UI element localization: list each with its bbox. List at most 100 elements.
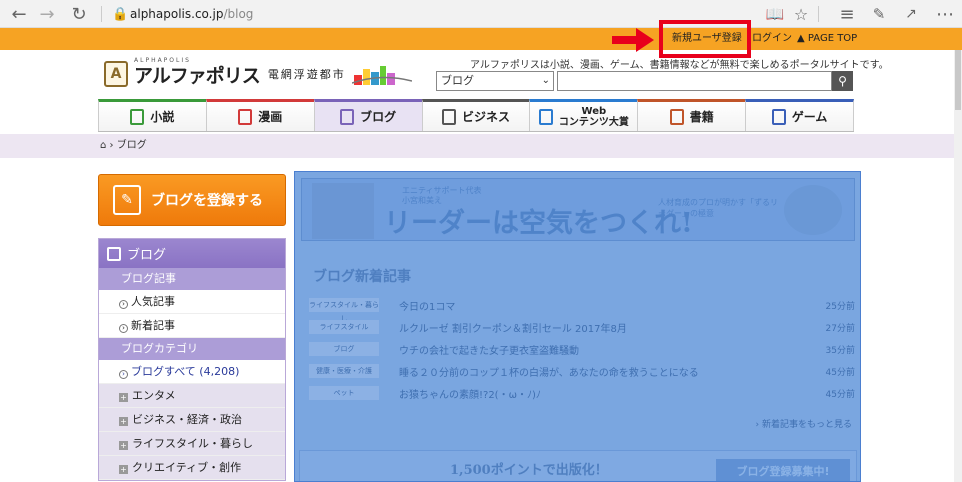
arrow-circle-icon: › (119, 370, 128, 379)
nav-tab[interactable]: 小説 (98, 99, 206, 131)
sidebar-item-all[interactable]: › ブログすべて (4,208) (99, 360, 285, 384)
breadcrumb-current: ブログ (116, 140, 147, 151)
highlight-box-annotation (659, 20, 751, 58)
search-button[interactable]: ⚲ (832, 71, 853, 91)
sidebar-item-popular[interactable]: › 人気記事 (99, 290, 285, 314)
list-item[interactable]: 健康・医療・介護 睡る２０分前のコップ１杯の白湯が、あなたの命を救うことになる 45… (309, 360, 855, 382)
sidebar-header: ブログ (99, 239, 285, 268)
main-nav: 小説 漫画 ブログ ビジネス Web コンテンツ大賞 書籍 ゲーム (98, 99, 855, 132)
share-icon[interactable]: ↗ (896, 0, 926, 28)
page-scrollbar[interactable] (954, 50, 962, 482)
author-photo (312, 183, 374, 239)
toolbar-divider (818, 6, 819, 22)
nav-tab-text: コンテンツ大賞 (558, 116, 629, 128)
publish-banner[interactable]: 1,500ポイントで出版化！ ブログ登録募集中! (299, 450, 857, 481)
scrollbar-thumb[interactable] (955, 50, 961, 110)
search-category-select[interactable]: ブログ ⌄ (436, 71, 554, 91)
logo-alpha-text: ALPHAPOLIS (134, 57, 191, 64)
nav-tab-label: 小説 (150, 110, 175, 124)
article-time: 35分前 (825, 345, 855, 356)
article-time: 27分前 (825, 323, 855, 334)
nav-tab-icon (442, 108, 456, 125)
plus-icon: + (119, 393, 128, 402)
more-icon[interactable]: ⋯ (930, 0, 960, 28)
address-bar[interactable]: 🔒 alphapolis.co.jp/blog (112, 4, 752, 24)
section-articles: ブログ記事 (99, 268, 285, 290)
plus-icon: + (119, 417, 128, 426)
lock-icon: 🔒 (112, 6, 129, 22)
publish-banner-text: 1,500ポイントで出版化！ (450, 463, 608, 478)
more-articles-link[interactable]: › 新着記事をもっと見る (756, 417, 853, 430)
site-logo[interactable]: A ALPHAPOLIS アルファポリス 電網浮遊都市 (104, 57, 412, 91)
red-arrow-annotation (612, 28, 654, 52)
nav-tab[interactable]: ブログ (313, 99, 422, 131)
article-category: ペット (309, 386, 379, 400)
favorite-star-icon[interactable]: ☆ (786, 0, 816, 28)
nav-tab-icon (238, 108, 253, 125)
section-title: ブログ新着記事 (313, 269, 411, 285)
banner-title: リーダーは空気をつくれ! (384, 208, 693, 239)
refresh-icon[interactable]: ↻ (64, 0, 94, 28)
nav-tab-label: ビジネス (462, 110, 511, 124)
plus-icon: + (119, 465, 128, 474)
page-top-link[interactable]: ▲ PAGE TOP (797, 28, 857, 50)
city-skyline-icon (351, 66, 412, 85)
nav-tab-icon (538, 108, 553, 125)
article-title: ウチの会社で起きた女子更衣室盗難騒動 (399, 345, 579, 357)
nav-tab[interactable]: ゲーム (745, 99, 855, 131)
plus-icon: + (119, 441, 128, 450)
logo-mark-icon: A (104, 61, 128, 87)
blog-icon (107, 246, 121, 261)
pencil-note-icon: ✎ (113, 185, 141, 215)
article-list: ライフスタイル・暮らし 今日の1コマ 25分前 ライフスタイル ルクルーゼ 割引クーポン… (309, 294, 855, 404)
arrow-circle-icon: › (755, 420, 760, 430)
nav-tab[interactable]: ビジネス (421, 99, 530, 131)
logo-name: アルファポリス (134, 64, 261, 87)
sidebar-category[interactable]: + ビジネス・経済・政治 (99, 408, 285, 432)
register-blog-button[interactable]: ✎ ブログを登録する (98, 174, 286, 226)
back-arrow-icon[interactable]: ← (4, 0, 34, 28)
blog-recruit-badge: ブログ登録募集中! (716, 459, 850, 481)
pen-icon[interactable]: ✎ (864, 0, 894, 28)
search-input[interactable] (557, 71, 832, 91)
toolbar-divider (101, 6, 102, 22)
nav-tab[interactable]: 書籍 (637, 99, 746, 131)
book-banner[interactable]: エニティサポート代表 小宮和美え リーダーは空気をつくれ! 人材育成のプロが明か… (301, 178, 855, 241)
list-item[interactable]: ブログ ウチの会社で起きた女子更衣室盗難騒動 35分前 (309, 338, 855, 360)
article-category: ライフスタイル・暮らし (309, 298, 379, 323)
sidebar-category[interactable]: + エンタメ (99, 384, 285, 408)
article-category: ライフスタイル (309, 320, 379, 334)
article-title: 今日の1コマ (399, 301, 456, 313)
list-item[interactable]: ペット お猿ちゃんの素顔!?2(・ω・ﾉ)ﾉ 45分前 (309, 382, 855, 404)
chevron-down-icon: ⌄ (541, 75, 550, 86)
nav-tab[interactable]: Web コンテンツ大賞 (529, 99, 638, 131)
nav-tab-label: 書籍 (689, 110, 714, 124)
triangle-up-icon: ▲ (797, 33, 805, 44)
list-item[interactable]: ライフスタイル・暮らし 今日の1コマ 25分前 (309, 294, 855, 323)
forward-arrow-icon[interactable]: → (32, 0, 62, 28)
article-category: 健康・医療・介護 (309, 364, 379, 378)
nav-tab-icon (340, 108, 355, 125)
home-icon[interactable]: ⌂ (100, 140, 106, 151)
hub-menu-icon[interactable]: ≡ (832, 0, 862, 28)
nav-tab-icon (669, 108, 684, 125)
nav-tab-label: ブログ (360, 110, 397, 124)
nav-tab-label: Web コンテンツ大賞 (559, 106, 629, 128)
article-time: 45分前 (825, 389, 855, 400)
login-link[interactable]: ログイン (752, 28, 792, 50)
sidebar-category[interactable]: + ライフスタイル・暮らし (99, 432, 285, 456)
sidebar-item-new[interactable]: › 新着記事 (99, 314, 285, 338)
breadcrumb: ⌂ › ブログ (0, 134, 962, 158)
nav-tab-icon (771, 108, 786, 125)
article-title: お猿ちゃんの素顔!?2(・ω・ﾉ)ﾉ (399, 389, 541, 401)
arrow-circle-icon: › (119, 300, 128, 309)
banner-subtitle: 人材育成のプロが明かす「ずるリーダー」の極意 (658, 198, 778, 218)
list-item[interactable]: ライフスタイル ルクルーゼ 割引クーポン＆割引セール 2017年8月 27分前 (309, 316, 855, 338)
sidebar-category[interactable]: + クリエイティブ・創作 (99, 456, 285, 480)
nav-tab[interactable]: 漫画 (205, 99, 314, 131)
article-category: ブログ (309, 342, 379, 356)
nav-tab-label: 漫画 (258, 110, 283, 124)
logo-tagline: 電網浮遊都市 (267, 68, 346, 81)
search-icon: ⚲ (838, 74, 847, 88)
site-tagline: アルファポリスは小説、漫画、ゲーム、書籍情報などが無料で楽しめるポータルサイトで… (470, 60, 889, 71)
